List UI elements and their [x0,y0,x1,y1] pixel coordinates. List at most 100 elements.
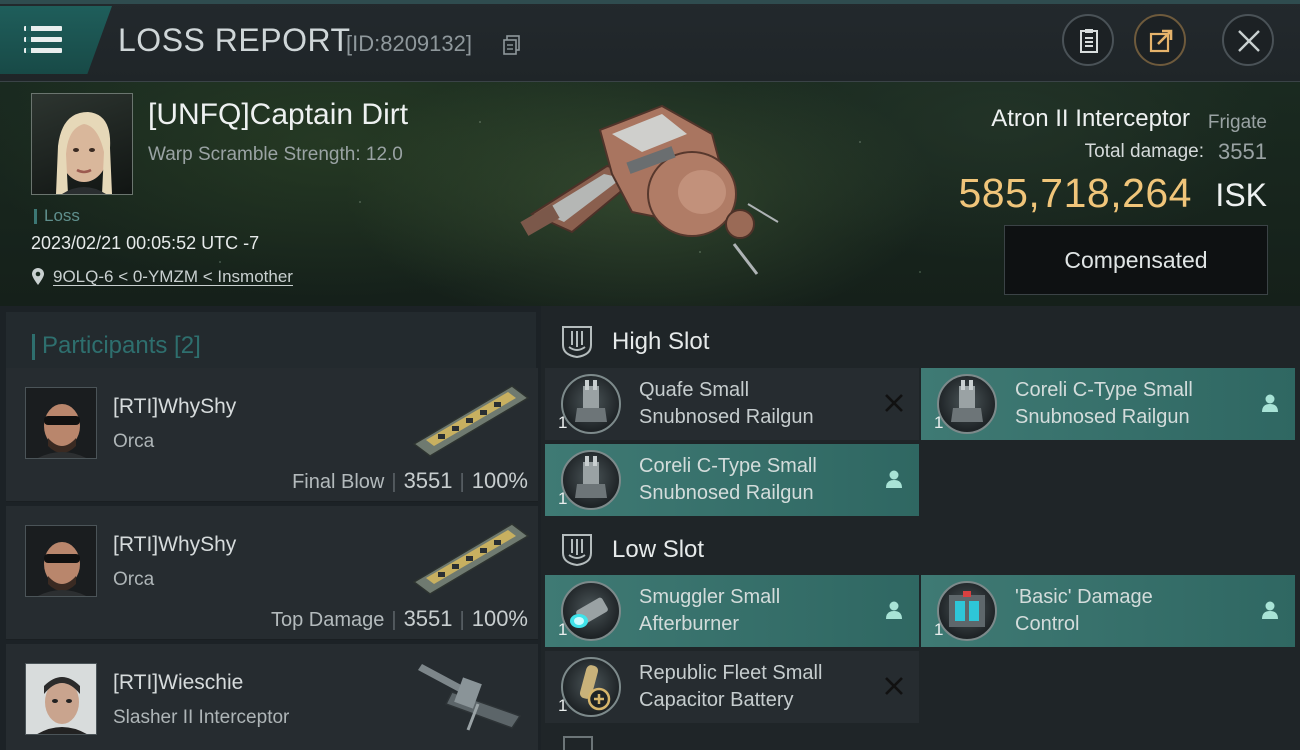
compensated-button[interactable]: Compensated [1004,225,1268,295]
clipboard-icon [1080,29,1098,53]
participant-stats: Top Damage | 3551 | 100% [270,606,528,631]
isk-value: 585,718,264 [958,170,1192,216]
fitting-panel: High Slot 1 Quafe Small Snubnosed Railgu… [541,306,1300,750]
next-slot-icon-partial [563,736,593,750]
module-republic-capacitor-battery[interactable]: 1 Republic Fleet Small Capacitor Battery [545,651,919,723]
module-quafe-small-railgun[interactable]: 1 Quafe Small Snubnosed Railgun [545,368,919,440]
module-quantity: 1 [934,620,944,639]
total-damage-label: Total damage: [1084,141,1204,162]
warp-scramble-strength: Warp Scramble Strength: 12.0 [148,144,403,165]
low-slot-header: Low Slot [541,516,1300,580]
close-icon [1238,30,1260,52]
module-name-line2: Control [1015,613,1080,635]
module-name-line2: Afterburner [639,613,740,635]
participant-ship: Orca [113,569,155,590]
participant-role: Top Damage [270,609,385,631]
module-name: Coreli C-Type Small Snubnosed Railgun [639,453,869,507]
participant-percent: 100% [471,468,528,493]
copy-icon[interactable] [503,35,520,55]
victim-name[interactable]: [UNFQ]Captain Dirt [148,98,408,132]
participant-ship-image [412,385,530,457]
participant-ship: Orca [113,431,155,452]
participant-row[interactable]: [RTI]Wieschie Slasher II Interceptor [6,644,538,750]
victim-ship-name[interactable]: Atron II Interceptor [991,105,1190,133]
module-name-line1: Smuggler Small [639,586,781,608]
participant-damage: 3551 [403,606,453,631]
high-slot-header: High Slot [541,308,1300,372]
module-name-line1: 'Basic' Damage [1015,586,1153,608]
module-name-line1: Republic Fleet Small [639,662,823,684]
module-quantity: 1 [558,489,568,508]
victim-avatar[interactable] [31,93,133,195]
close-button[interactable] [1222,14,1274,66]
participant-row[interactable]: [RTI]WhyShy Orca Top Damage | 3551 | 100% [6,506,538,640]
participant-stats: Final Blow | 3551 | 100% [292,468,528,493]
railgun-icon [561,374,621,434]
victim-banner: [UNFQ]Captain Dirt Warp Scramble Strengt… [0,82,1300,306]
victim-ship-image[interactable] [512,94,782,279]
damage-control-icon [937,581,997,641]
module-coreli-small-railgun[interactable]: 1 Coreli C-Type Small Snubnosed Railgun [921,368,1295,440]
participants-header: Participants [2] [6,312,536,370]
participant-row[interactable]: [RTI]WhyShy Orca Final Blow | 3551 | 100% [6,368,538,502]
module-name-line1: Coreli C-Type Small [639,455,817,477]
dropped-person-icon [886,601,902,619]
participant-name[interactable]: [RTI]WhyShy [113,533,236,557]
participants-panel: Participants [2] [RTI]WhyShy Orca Final … [0,306,541,750]
module-name: Coreli C-Type Small Snubnosed Railgun [1015,377,1245,431]
loss-status: Loss [34,206,80,226]
dropped-person-icon [1262,394,1278,412]
location-link[interactable]: 9OLQ-6 < 0-YMZM < Insmother [53,267,293,287]
participant-name[interactable]: [RTI]WhyShy [113,395,236,419]
menu-icon[interactable] [24,26,62,54]
participant-avatar[interactable] [25,663,97,735]
victim-ship-class: Frigate [1207,112,1267,133]
top-bar: LOSS REPORT [ID:8209132] [0,0,1300,82]
module-name-line1: Quafe Small [639,379,750,401]
participant-avatar[interactable] [25,525,97,597]
afterburner-icon [561,581,621,641]
module-name: 'Basic' Damage Control [1015,584,1245,638]
capacitor-battery-icon [561,657,621,717]
share-button[interactable] [1134,14,1186,66]
location-pin-icon [32,268,44,285]
participant-damage: 3551 [403,468,453,493]
participant-ship: Slasher II Interceptor [113,707,290,728]
participant-percent: 100% [471,606,528,631]
isk-unit: ISK [1215,177,1267,213]
page-title: LOSS REPORT [118,22,351,58]
module-quantity: 1 [558,696,568,715]
clipboard-button[interactable] [1062,14,1114,66]
participant-role: Final Blow [292,471,385,493]
share-icon [1149,29,1173,53]
high-slot-icon [562,326,592,359]
module-name-line2: Capacitor Battery [639,689,794,711]
module-basic-damage-control[interactable]: 1 'Basic' Damage Control [921,575,1295,647]
module-name: Republic Fleet Small Capacitor Battery [639,660,869,714]
module-coreli-small-railgun[interactable]: 1 Coreli C-Type Small Snubnosed Railgun [545,444,919,516]
module-name-line1: Coreli C-Type Small [1015,379,1193,401]
dropped-person-icon [886,470,902,488]
low-slot-title: Low Slot [612,536,705,563]
top-accent-line [0,0,1300,4]
participant-name[interactable]: [RTI]Wieschie [113,671,243,695]
module-quantity: 1 [558,413,568,432]
module-quantity: 1 [558,620,568,639]
module-name-line2: Snubnosed Railgun [639,406,814,428]
module-quantity: 1 [934,413,944,432]
module-smuggler-afterburner[interactable]: 1 Smuggler Small Afterburner [545,575,919,647]
participants-title: Participants [2] [32,332,201,360]
destroyed-x-icon [885,677,903,695]
total-damage-value: 3551 [1218,139,1267,164]
module-name-line2: Snubnosed Railgun [639,482,814,504]
participant-ship-image [418,664,522,731]
railgun-icon [561,450,621,510]
loss-datetime: 2023/02/21 00:05:52 UTC -7 [31,233,260,253]
report-id: [ID:8209132] [346,31,472,56]
module-name: Quafe Small Snubnosed Railgun [639,377,869,431]
railgun-icon [937,374,997,434]
high-slot-title: High Slot [612,328,710,355]
dropped-person-icon [1262,601,1278,619]
participant-avatar[interactable] [25,387,97,459]
module-name: Smuggler Small Afterburner [639,584,869,638]
